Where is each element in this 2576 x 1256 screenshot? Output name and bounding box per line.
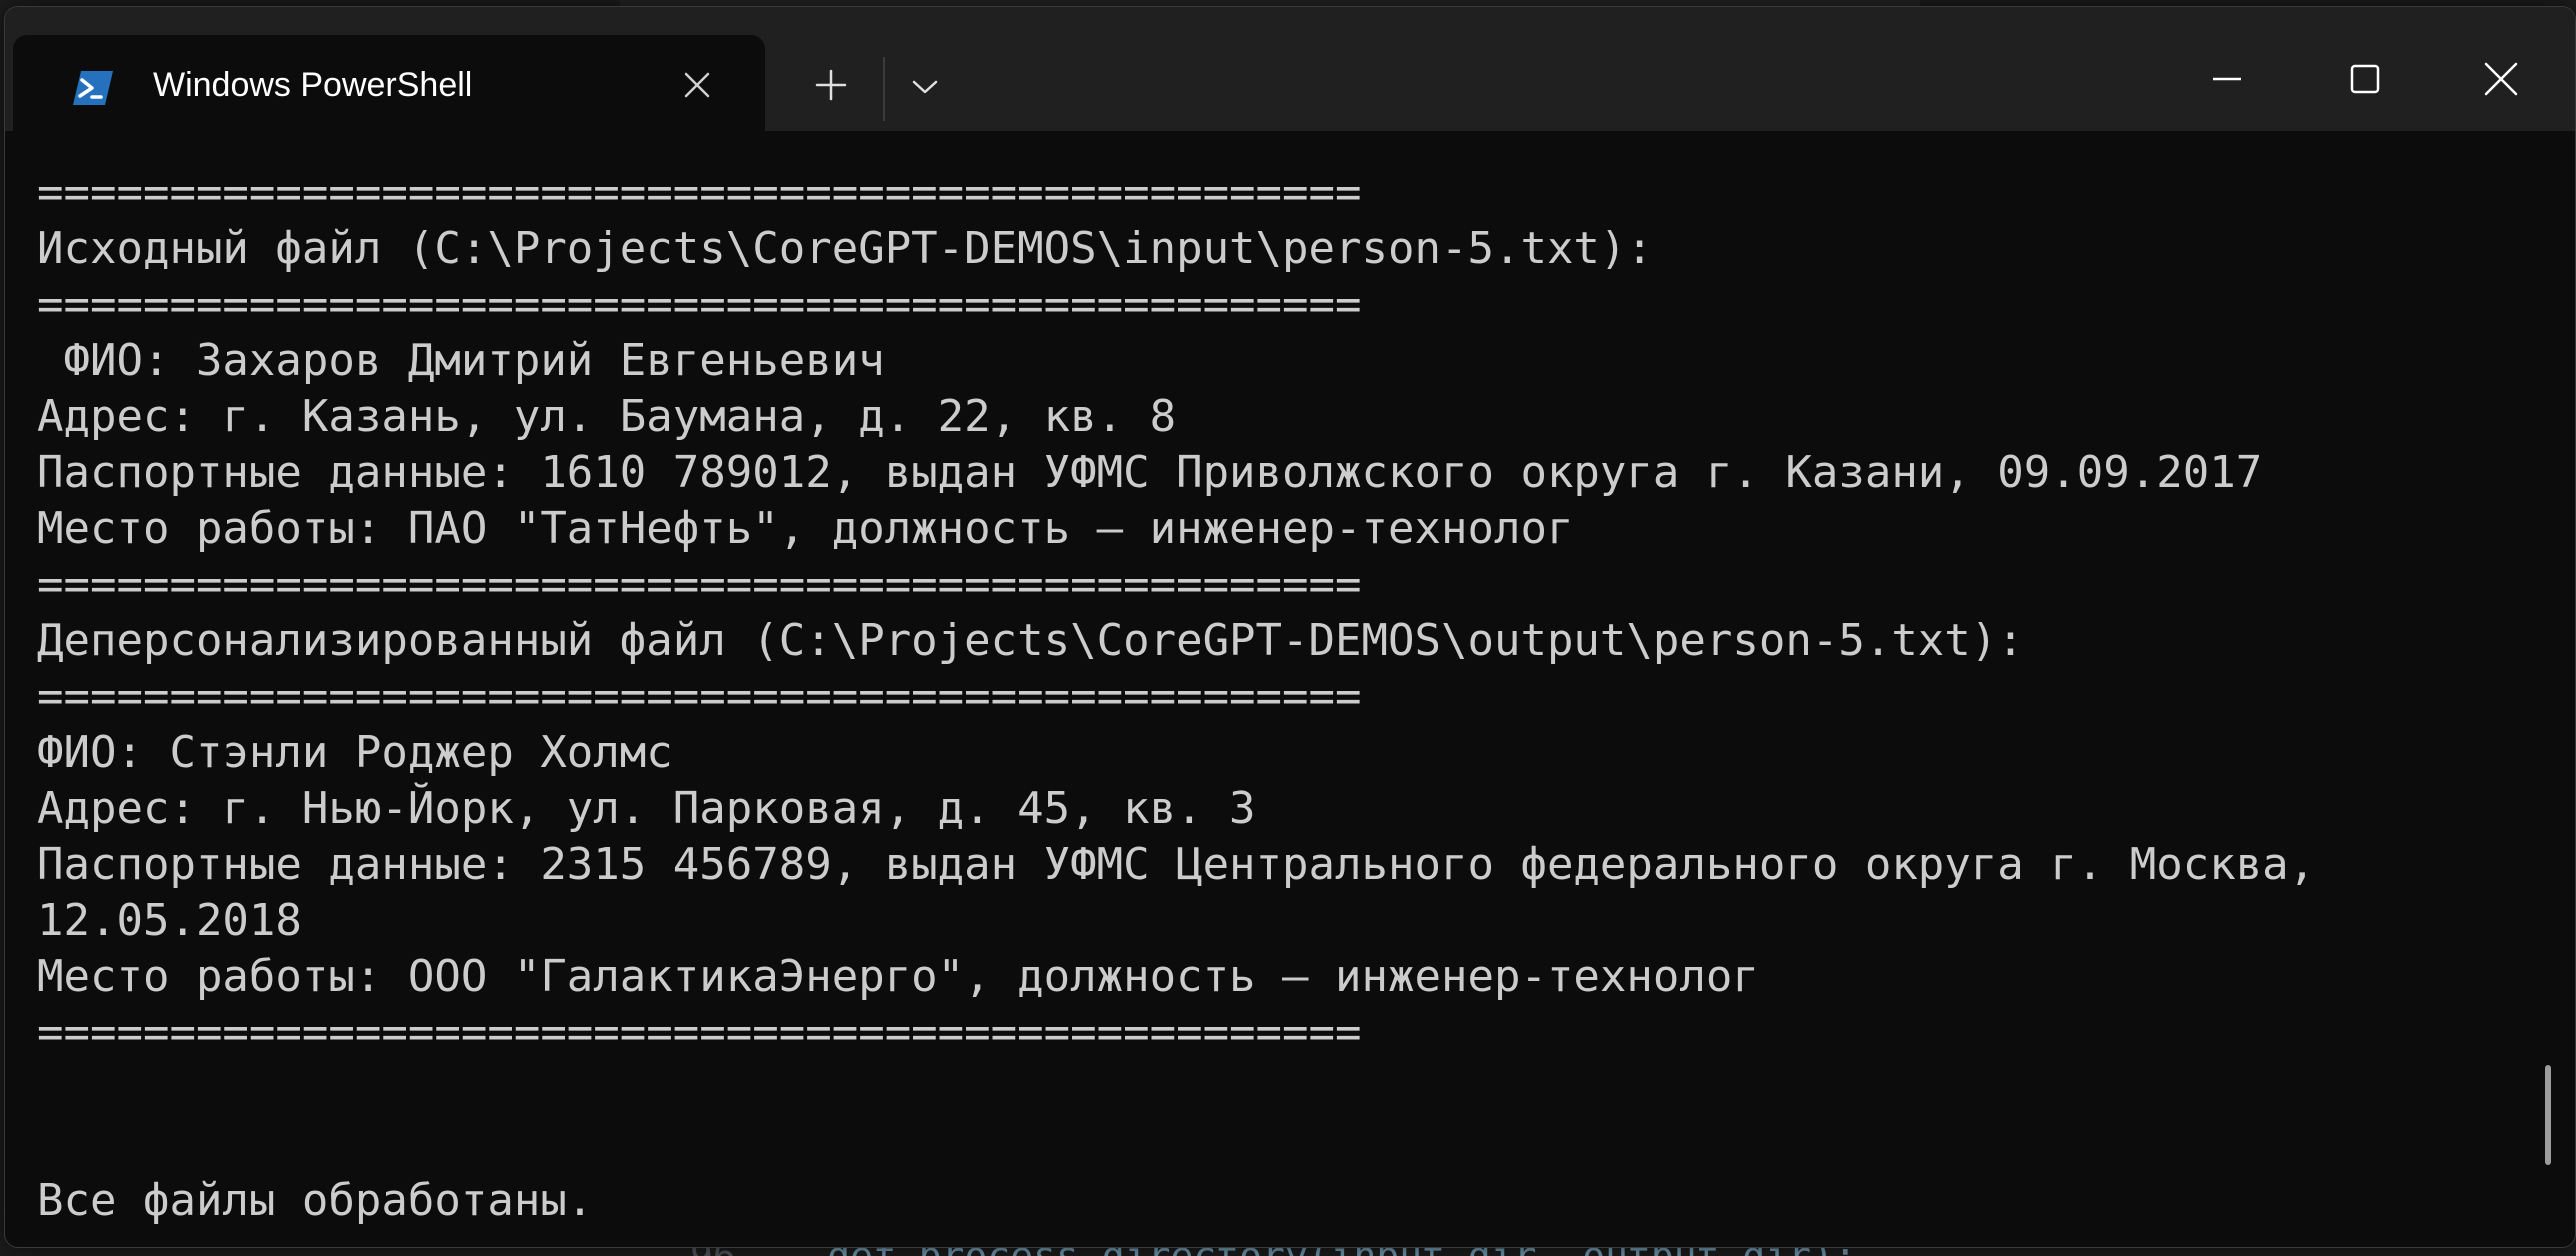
terminal-line: ========================================… — [37, 559, 1362, 610]
terminal-line: ========================================… — [37, 279, 1362, 330]
powershell-icon — [73, 71, 113, 105]
close-window-button[interactable] — [2465, 43, 2537, 115]
terminal-line: Адрес: г. Нью-Йорк, ул. Парковая, д. 45,… — [37, 783, 1256, 834]
terminal-line: ФИО: Захаров Дмитрий Евгеньевич — [37, 335, 885, 386]
powershell-window: Windows PowerShell =====================… — [4, 6, 2576, 1248]
close-icon — [2484, 62, 2518, 96]
plus-icon — [815, 69, 847, 101]
terminal-line: Исходный файл (C:\Projects\CoreGPT-DEMOS… — [37, 223, 1653, 274]
close-tab-button[interactable] — [673, 61, 721, 109]
chevron-down-icon — [912, 80, 938, 94]
minimize-button[interactable] — [2191, 43, 2263, 115]
terminal-line: Деперсонализированный файл (C:\Projects\… — [37, 615, 2024, 666]
terminal-line: Паспортные данные: 1610 789012, выдан УФ… — [37, 447, 2263, 498]
terminal-line: ФИО: Стэнли Роджер Холмс — [37, 727, 673, 778]
maximize-button[interactable] — [2329, 43, 2401, 115]
profiles-dropdown-button[interactable] — [897, 59, 953, 115]
terminal-line: 12.05.2018 — [37, 895, 302, 946]
terminal-output[interactable]: ========================================… — [5, 131, 2545, 1247]
minimize-icon — [2213, 77, 2241, 81]
tab-separator — [883, 57, 885, 121]
close-icon — [684, 72, 710, 98]
maximize-icon — [2350, 64, 2380, 94]
terminal-line: Место работы: ПАО "ТатНефть", должность … — [37, 503, 1574, 554]
terminal-line: Паспортные данные: 2315 456789, выдан УФ… — [37, 839, 2316, 890]
terminal-line: Адрес: г. Казань, ул. Баумана, д. 22, кв… — [37, 391, 1177, 442]
terminal-line: ========================================… — [37, 671, 1362, 722]
vertical-scrollbar[interactable] — [2545, 1065, 2551, 1165]
title-bar[interactable]: Windows PowerShell — [5, 7, 2575, 131]
terminal-line: ========================================… — [37, 167, 1362, 218]
terminal-line: Место работы: ООО "ГалактикаЭнерго", дол… — [37, 951, 1759, 1002]
tab-windows-powershell[interactable]: Windows PowerShell — [13, 35, 765, 131]
new-tab-button[interactable] — [803, 57, 859, 113]
terminal-line: ========================================… — [37, 1007, 1362, 1058]
terminal-line: Все файлы обработаны. — [37, 1175, 594, 1226]
tab-title: Windows PowerShell — [153, 66, 473, 104]
